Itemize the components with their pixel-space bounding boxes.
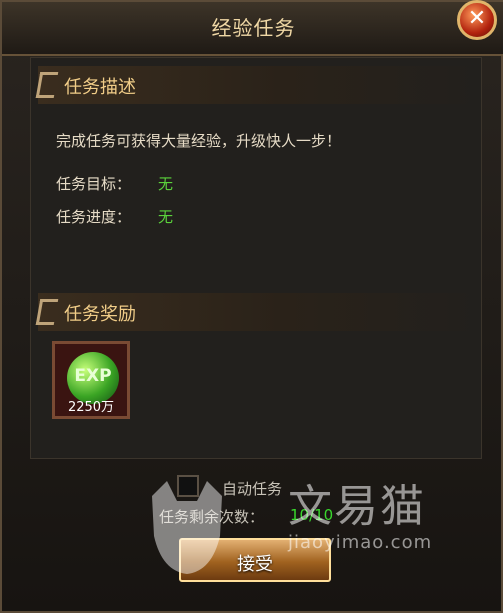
exp-label: EXP — [74, 366, 112, 386]
accept-button-label: 接受 — [237, 554, 273, 575]
section-ornament-icon — [35, 72, 59, 98]
reward-item-slot[interactable]: EXP 2250万 — [52, 341, 130, 419]
reward-section-header: 任务奖励 — [35, 293, 482, 331]
reward-header-label: 任务奖励 — [64, 304, 136, 325]
task-target-label: 任务目标： — [56, 175, 132, 193]
task-dialog: 经验任务 ✕ 任务描述 完成任务可获得大量经验，升级快人一步！ 任务目标： 无 … — [0, 0, 503, 613]
title-bar: 经验任务 — [2, 2, 503, 56]
task-target-value: 无 — [158, 175, 174, 193]
reward-amount: 2250万 — [67, 400, 115, 415]
description-header-label: 任务描述 — [64, 77, 136, 98]
task-description-text: 完成任务可获得大量经验，升级快人一步！ — [56, 132, 342, 150]
watermark-text: 文易猫 — [288, 481, 426, 532]
auto-task-label: 自动任务 — [222, 480, 283, 498]
section-ornament-icon — [35, 299, 59, 325]
remaining-count-label: 任务剩余次数： — [159, 508, 265, 526]
close-button[interactable]: ✕ — [457, 0, 497, 40]
accept-button[interactable]: 接受 — [179, 538, 331, 582]
task-progress-label: 任务进度： — [56, 208, 132, 226]
auto-task-checkbox[interactable] — [177, 475, 199, 497]
description-section-header: 任务描述 — [35, 66, 482, 104]
close-icon: ✕ — [467, 6, 487, 31]
dialog-title: 经验任务 — [211, 16, 296, 40]
task-progress-value: 无 — [158, 208, 174, 226]
remaining-count-value: 10/10 — [290, 506, 334, 524]
